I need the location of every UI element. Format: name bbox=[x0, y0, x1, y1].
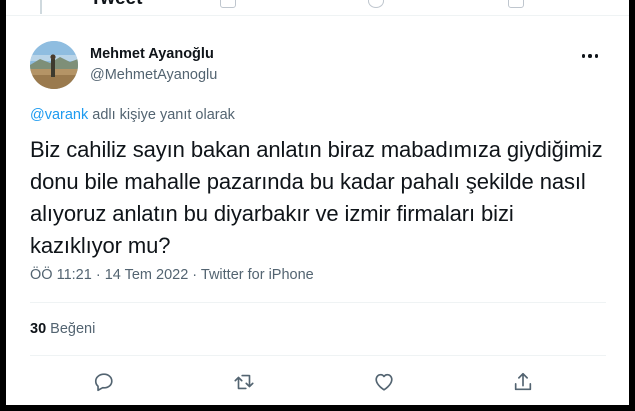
reply-context: @varank adlı kişiye yanıt olarak bbox=[30, 107, 235, 123]
share-icon bbox=[514, 372, 532, 391]
tweet-time[interactable]: ÖÖ 11:21 bbox=[30, 267, 92, 283]
retweet-button[interactable] bbox=[230, 368, 258, 396]
reply-mention-link[interactable]: @varank bbox=[30, 107, 88, 123]
meta-separator: · bbox=[188, 267, 201, 283]
heart-icon bbox=[375, 373, 393, 391]
reply-button[interactable] bbox=[90, 368, 118, 396]
tweet-text: Biz cahiliz sayın bakan anlatın biraz ma… bbox=[30, 137, 603, 258]
more-dot-icon bbox=[581, 54, 586, 58]
author-name[interactable]: Mehmet Ayanoğlu bbox=[90, 46, 214, 62]
more-options-button[interactable] bbox=[576, 44, 604, 68]
retweet-icon bbox=[234, 374, 254, 390]
previous-tweet-header: Tweet bbox=[6, 0, 629, 16]
tweet-card: Tweet Mehmet Ayanoğlu @MehmetAyanoglu @v… bbox=[6, 0, 629, 405]
heart-icon bbox=[368, 0, 384, 8]
share-button[interactable] bbox=[509, 368, 537, 396]
tweet-source: Twitter for iPhone bbox=[200, 267, 314, 283]
divider bbox=[30, 355, 606, 356]
avatar[interactable] bbox=[30, 41, 78, 89]
like-button[interactable] bbox=[370, 368, 398, 396]
more-dot-icon bbox=[594, 54, 599, 58]
likes-label: Beğeni bbox=[46, 321, 96, 337]
avatar-photo bbox=[30, 41, 78, 89]
partial-title: Tweet bbox=[90, 0, 142, 10]
reply-context-label: adlı kişiye yanıt olarak bbox=[88, 107, 235, 123]
meta-separator: · bbox=[91, 267, 105, 283]
thread-connector bbox=[40, 0, 42, 14]
reply-icon bbox=[94, 373, 113, 392]
likes-stat[interactable]: 30 Beğeni bbox=[30, 321, 95, 337]
tweet-date[interactable]: 14 Tem 2022 bbox=[105, 267, 189, 283]
share-icon bbox=[508, 0, 524, 8]
author-handle[interactable]: @MehmetAyanoglu bbox=[90, 67, 217, 83]
more-dot-icon bbox=[588, 54, 592, 58]
retweet-icon bbox=[220, 0, 236, 8]
likes-count: 30 bbox=[30, 321, 47, 337]
divider bbox=[30, 302, 606, 303]
tweet-metadata: ÖÖ 11:21 · 14 Tem 2022 · Twitter for iPh… bbox=[30, 267, 314, 283]
